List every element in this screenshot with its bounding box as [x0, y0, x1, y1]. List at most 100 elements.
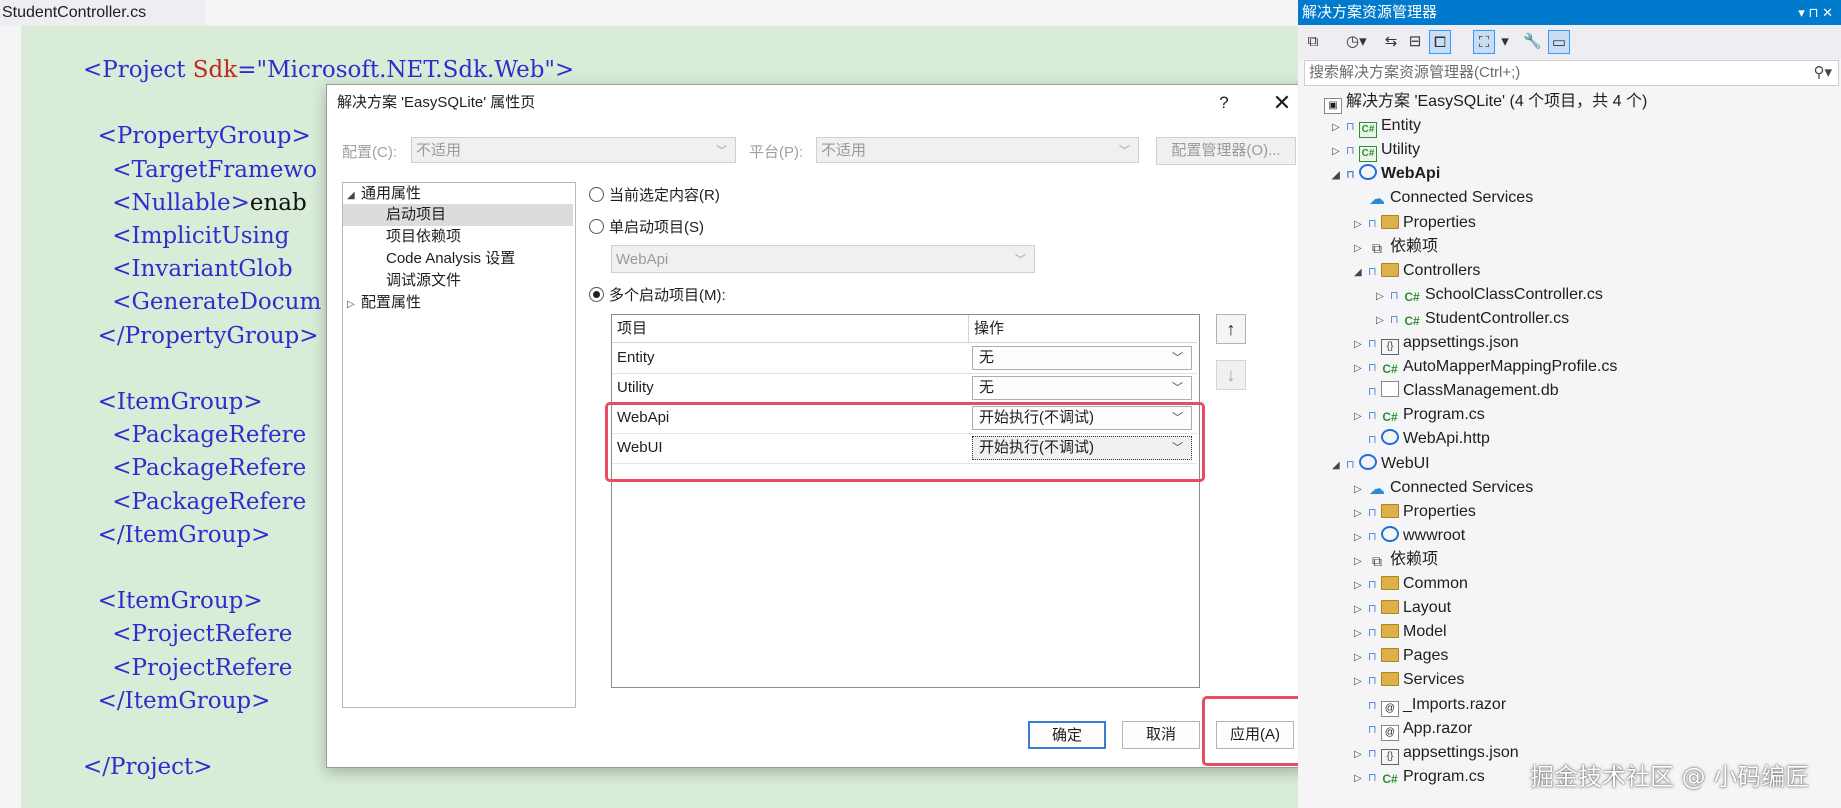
tree-item-startup-project[interactable]: 启动项目: [343, 204, 573, 226]
radio-multiple-startup[interactable]: [589, 287, 604, 302]
tree-item[interactable]: ▷ ⊓ {} appsettings.json: [1354, 331, 1519, 355]
tree-item[interactable]: ◢ ⊓ Controllers: [1354, 259, 1480, 283]
tree-item[interactable]: ▷ ⧉ 依赖项: [1354, 235, 1438, 259]
expand-icon[interactable]: ▷: [1332, 140, 1346, 164]
chevron-down-icon: ﹀: [1172, 382, 1183, 394]
expand-icon[interactable]: ▷: [1354, 502, 1368, 526]
tree-item[interactable]: ▷ ⊓ C# AutoMapperMappingProfile.cs: [1354, 355, 1617, 379]
tree-item-configuration-properties[interactable]: ▷ 配置属性: [347, 292, 421, 316]
expand-icon[interactable]: ▷: [1354, 526, 1368, 550]
tree-item[interactable]: ▷ ⊓ C# Entity: [1332, 114, 1421, 140]
tree-item-debug-source-files[interactable]: 调试源文件: [386, 270, 461, 292]
config-manager-button[interactable]: 配置管理器(O)...: [1156, 137, 1296, 165]
action-select[interactable]: 无 ﹀: [972, 346, 1192, 370]
search-icon[interactable]: ⚲▾: [1813, 61, 1832, 85]
table-row[interactable]: Entity 无 ﹀: [612, 343, 1197, 374]
expand-icon[interactable]: ▷: [347, 294, 361, 316]
expand-icon[interactable]: ▷: [1354, 478, 1368, 502]
tree-item[interactable]: ▷ ⊓ Pages: [1354, 644, 1448, 668]
expand-icon[interactable]: ▷: [1354, 670, 1368, 694]
tree-item[interactable]: ◢ ⊓ WebUI: [1332, 452, 1430, 476]
tree-item[interactable]: ▷ ⊓ C# Utility: [1332, 138, 1420, 164]
window-controls[interactable]: ▾ ⊓ ✕: [1798, 0, 1833, 25]
code-line: </ItemGroup>: [83, 686, 271, 716]
tree-item[interactable]: ▷ ⊓ C# StudentController.cs: [1376, 307, 1569, 331]
tree-item[interactable]: ▷ ⊓ Model: [1354, 620, 1447, 644]
code-line: </ItemGroup>: [83, 520, 271, 550]
arrow-up-icon: ↑: [1226, 319, 1236, 339]
tree-item[interactable]: ⊓ @ App.razor: [1354, 717, 1472, 741]
ok-button[interactable]: 确定: [1028, 721, 1106, 749]
expand-icon[interactable]: ▷: [1354, 598, 1368, 622]
config-select[interactable]: 不适用 ﹀: [411, 137, 736, 163]
filter-icon[interactable]: ⛶: [1473, 30, 1495, 54]
tree-item[interactable]: ▷ ⊓ wwwroot: [1354, 524, 1465, 548]
expand-icon[interactable]: ▷: [1354, 333, 1368, 357]
tree-item[interactable]: ▷ ⊓ Layout: [1354, 596, 1451, 620]
table-row[interactable]: Utility 无 ﹀: [612, 373, 1197, 404]
tree-item-label: Properties: [1403, 213, 1476, 231]
code-token: </ItemGroup>: [83, 521, 271, 548]
preview-selected-icon[interactable]: ▭: [1548, 30, 1570, 54]
switch-views-icon[interactable]: ⧉: [1304, 30, 1322, 54]
cancel-button[interactable]: 取消: [1122, 721, 1200, 749]
filter-dropdown-icon[interactable]: ▾: [1496, 30, 1514, 54]
tree-item[interactable]: ⊓ ClassManagement.db: [1354, 379, 1559, 403]
expand-icon[interactable]: ▷: [1376, 309, 1390, 333]
expand-icon[interactable]: ▷: [1354, 767, 1368, 791]
expand-icon[interactable]: ▷: [1354, 405, 1368, 429]
tree-item[interactable]: ▷ ⧉ 依赖项: [1354, 548, 1438, 572]
history-icon[interactable]: ◷▾: [1346, 30, 1367, 54]
expand-icon[interactable]: ▷: [1354, 237, 1368, 261]
code-line: </Project>: [83, 752, 212, 782]
column-header-action[interactable]: 操作: [969, 315, 1197, 343]
tree-item[interactable]: ▷ ⊓ Services: [1354, 668, 1464, 692]
expand-icon[interactable]: ▷: [1354, 213, 1368, 237]
expand-icon[interactable]: ▷: [1354, 574, 1368, 598]
tree-item[interactable]: ▷ ⊓ Properties: [1354, 211, 1476, 235]
tree-item[interactable]: ▷ ⊓ C# SchoolClassController.cs: [1376, 283, 1603, 307]
expand-icon[interactable]: ▷: [1354, 550, 1368, 574]
radio-current-selection[interactable]: [589, 187, 604, 202]
help-button[interactable]: ?: [1212, 91, 1236, 115]
tree-item[interactable]: ▷ ⊓ Common: [1354, 572, 1468, 596]
action-select[interactable]: 无 ﹀: [972, 376, 1192, 400]
collapse-all-icon[interactable]: ⊟: [1406, 30, 1424, 54]
radio-single-startup[interactable]: [589, 219, 604, 234]
solution-search-input[interactable]: 搜索解决方案资源管理器(Ctrl+;) ⚲▾: [1304, 60, 1839, 86]
collapse-icon[interactable]: ◢: [1354, 261, 1368, 285]
properties-wrench-icon[interactable]: 🔧: [1523, 30, 1542, 54]
sync-icon[interactable]: ⇆: [1382, 30, 1400, 54]
tree-item[interactable]: ▣ 解决方案 'EasySQLite' (4 个项目，共 4 个): [1310, 90, 1647, 114]
tree-item[interactable]: ☁ Connected Services: [1354, 186, 1533, 210]
tree-item-label: Connected Services: [1390, 189, 1534, 207]
tree-item[interactable]: ◢ ⊓ WebApi: [1332, 162, 1440, 186]
tree-item[interactable]: ▷ ☁ Connected Services: [1354, 476, 1533, 500]
expand-icon[interactable]: ▷: [1332, 116, 1346, 140]
expand-icon[interactable]: ▷: [1354, 743, 1368, 767]
column-header-project[interactable]: 项目: [612, 315, 969, 343]
move-up-button[interactable]: ↑: [1216, 314, 1246, 344]
close-icon[interactable]: ✕: [1267, 89, 1297, 117]
expand-icon[interactable]: ▷: [1354, 622, 1368, 646]
tree-item[interactable]: ⊓ WebApi.http: [1354, 427, 1490, 451]
single-startup-select[interactable]: WebApi ﹀: [611, 245, 1035, 273]
dialog-title: 解决方案 'EasySQLite' 属性页: [337, 94, 536, 111]
expand-icon[interactable]: ▷: [1354, 357, 1368, 381]
expand-icon[interactable]: ▷: [1354, 646, 1368, 670]
tree-item[interactable]: ▷ ⊓ C# Program.cs: [1354, 765, 1485, 789]
collapse-icon[interactable]: ◢: [1332, 164, 1346, 188]
dependencies-icon: ⧉: [1372, 239, 1382, 256]
editor-tab-studentcontroller[interactable]: StudentController.cs: [0, 0, 209, 26]
tree-item[interactable]: ▷ ⊓ {} appsettings.json: [1354, 741, 1519, 765]
show-all-files-icon[interactable]: ⧠: [1429, 30, 1451, 54]
tree-item-code-analysis[interactable]: Code Analysis 设置: [386, 248, 515, 270]
expand-icon[interactable]: ▷: [1376, 285, 1390, 309]
collapse-icon[interactable]: ◢: [1332, 454, 1346, 478]
tree-item[interactable]: ⊓ @ _Imports.razor: [1354, 693, 1506, 717]
tree-item[interactable]: ▷ ⊓ C# Program.cs: [1354, 403, 1485, 427]
move-down-button[interactable]: ↓: [1216, 360, 1246, 390]
tree-item[interactable]: ▷ ⊓ Properties: [1354, 500, 1476, 524]
platform-select[interactable]: 不适用 ﹀: [816, 137, 1139, 163]
tree-item-project-dependencies[interactable]: 项目依赖项: [386, 226, 461, 248]
